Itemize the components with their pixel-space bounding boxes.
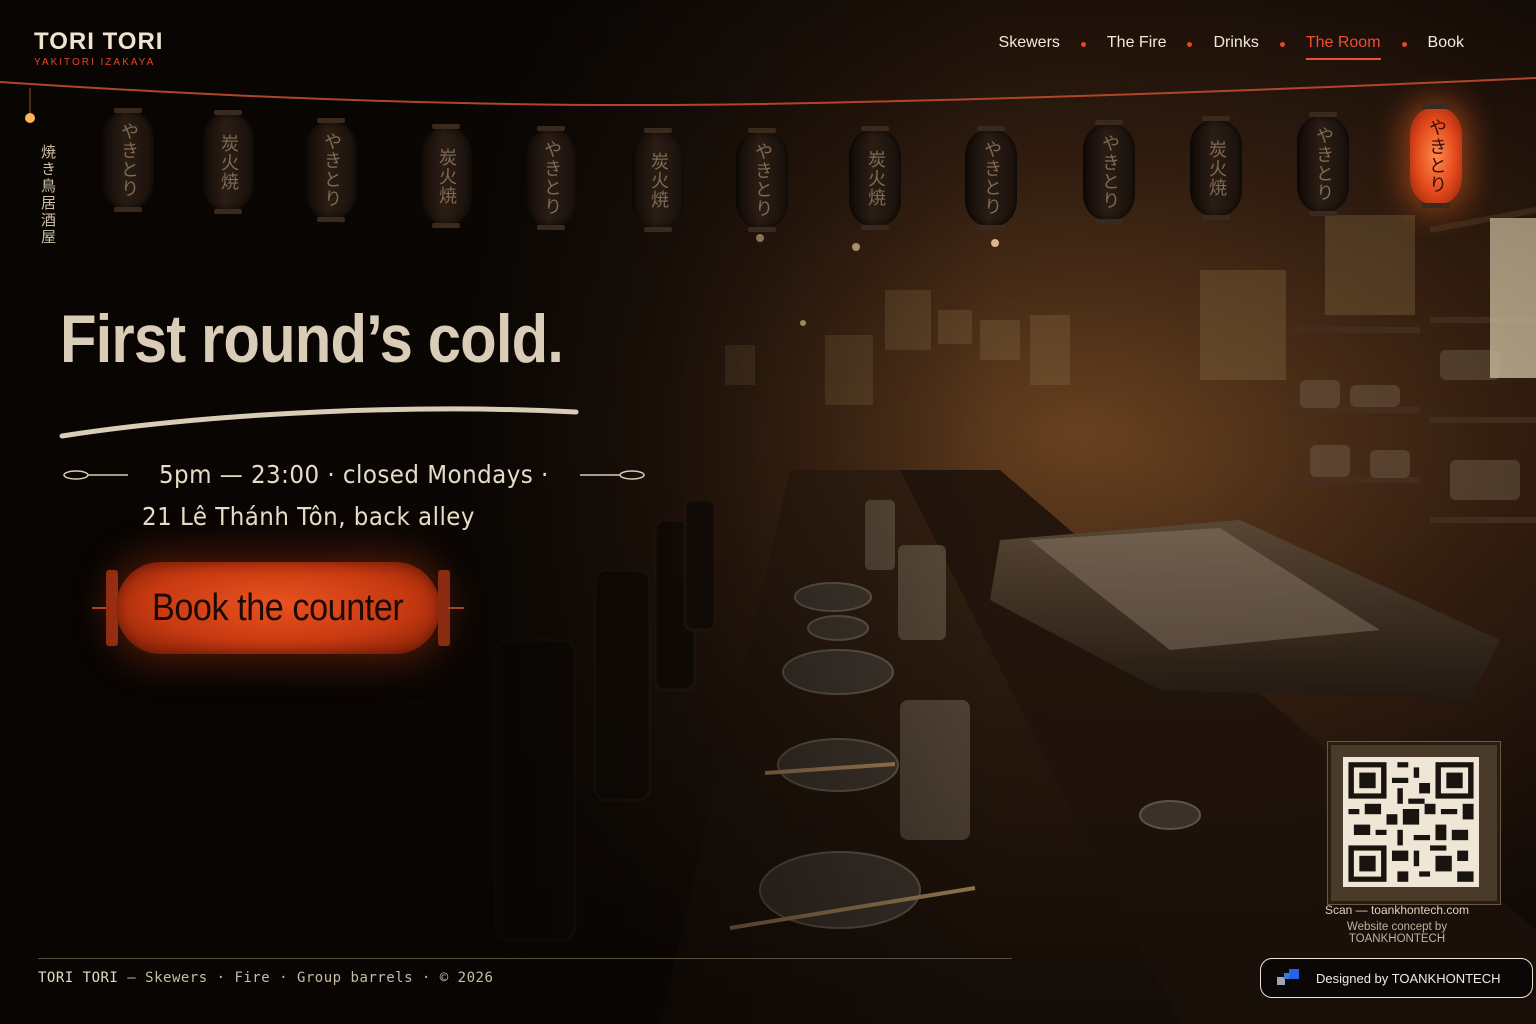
- qr-scan-text: Scan — toankhontech.com: [1324, 903, 1470, 917]
- paper-lantern: やきとり: [525, 126, 577, 230]
- paper-lantern: 炭火焼: [1190, 116, 1242, 220]
- footer-divider: [38, 958, 1012, 959]
- brand-name: TORI TORI: [34, 28, 164, 55]
- nav-drinks[interactable]: Drinks: [1213, 34, 1258, 60]
- qr-code-icon: [1348, 762, 1474, 882]
- paper-lantern: やきとり: [736, 128, 788, 232]
- paper-lantern: やきとり: [965, 126, 1017, 230]
- nav-book[interactable]: Book: [1428, 34, 1464, 60]
- footer-links: — Skewers · Fire · Group barrels · © 202…: [127, 970, 494, 986]
- nav-the-room[interactable]: The Room: [1305, 34, 1381, 60]
- lantern-rod: [448, 607, 464, 609]
- brand-logo[interactable]: TORI TORI YAKITORI IZAKAYA: [34, 28, 163, 68]
- nav-separator-dot: [1279, 41, 1285, 47]
- glowing-paper-lantern: やきとり: [1410, 104, 1462, 208]
- paper-lantern: やきとり: [102, 108, 154, 212]
- nav-separator-dot: [1187, 41, 1193, 47]
- opening-hours: 5pm — 23:00 · closed Mondays ·: [158, 460, 549, 489]
- lantern-button-body[interactable]: Book the counter: [116, 562, 440, 654]
- toankhontech-logo-icon: [1277, 969, 1299, 985]
- designed-by-badge[interactable]: Designed by TOANKHONTECH: [1260, 958, 1533, 998]
- paper-lantern: 炭火焼: [632, 128, 684, 232]
- nav-the-fire[interactable]: The Fire: [1107, 34, 1167, 60]
- headline-brush-underline: [59, 406, 579, 439]
- paper-lantern: 炭火焼: [202, 110, 254, 214]
- nav-separator-dot: [1401, 41, 1407, 47]
- main-nav: Skewers The Fire Drinks The Room Book: [999, 34, 1464, 60]
- address: 21 Lê Thánh Tôn, back alley: [142, 502, 475, 531]
- nav-separator-dot: [1080, 41, 1086, 47]
- footer-brand: TORI TORI: [38, 970, 119, 986]
- paper-lantern: 炭火焼: [420, 124, 472, 228]
- paper-lantern: やきとり: [1083, 120, 1135, 224]
- qr-code-frame[interactable]: [1328, 742, 1500, 904]
- cta-label: Book the counter: [152, 586, 404, 629]
- brand-tagline: YAKITORI IZAKAYA: [34, 57, 156, 68]
- footer: TORI TORI — Skewers · Fire · Group barre…: [38, 970, 493, 986]
- designed-by-label: Designed by TOANKHONTECH: [1316, 970, 1501, 986]
- qr-caption: Scan — toankhontech.com Website concept …: [1300, 903, 1494, 945]
- string-light-bulb: [25, 113, 35, 123]
- skewer-ornament-left: [63, 469, 128, 480]
- hours-row: 5pm — 23:00 · closed Mondays ·: [62, 460, 646, 489]
- vertical-japanese-tag: 焼き鳥居酒屋: [39, 144, 57, 246]
- hero-headline: First round’s cold.: [60, 301, 564, 377]
- qr-credit-text: Website concept by TOANKHONTECH: [1346, 921, 1448, 945]
- nav-skewers[interactable]: Skewers: [999, 34, 1060, 60]
- paper-lantern: やきとり: [305, 118, 357, 222]
- skewer-ornament-right: [579, 469, 645, 480]
- paper-lantern: やきとり: [1297, 112, 1349, 216]
- qr-code[interactable]: [1343, 757, 1479, 887]
- paper-lantern: 炭火焼: [849, 126, 901, 230]
- book-the-counter-button[interactable]: Book the counter: [92, 560, 464, 656]
